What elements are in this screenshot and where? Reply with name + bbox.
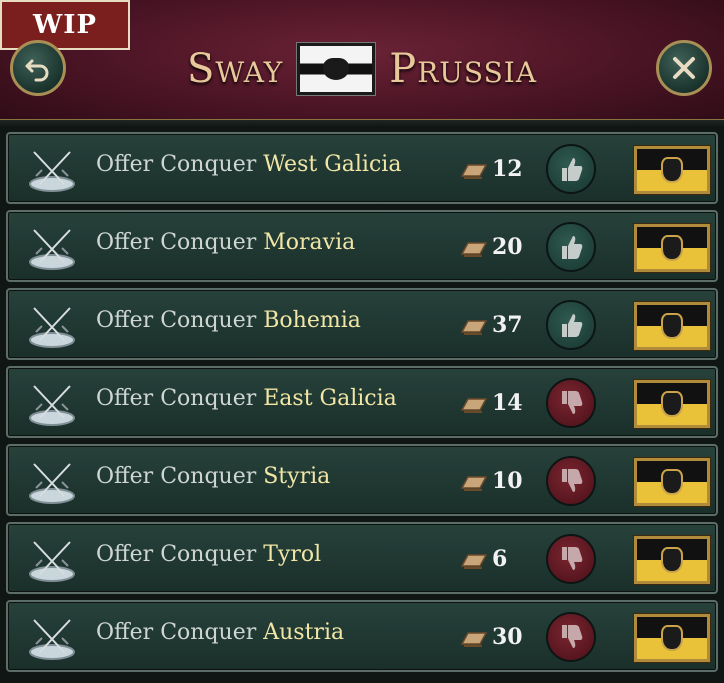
thumbs-down-icon xyxy=(562,391,583,414)
offer-action: Offer Conquer xyxy=(96,308,257,333)
offer-row[interactable]: Offer Conquer West Galicia 12 xyxy=(6,132,718,204)
influence-scroll-icon xyxy=(460,632,488,647)
offer-province: Austria xyxy=(263,620,345,645)
panel-title: Sway Prussia xyxy=(0,34,724,104)
crossed-swords-icon xyxy=(29,307,75,348)
offer-list: Offer Conquer West Galicia 12 Offer Conque… xyxy=(0,128,724,683)
offer-action: Offer Conquer xyxy=(96,230,257,255)
offer-cost: 30 xyxy=(492,624,523,650)
offer-row[interactable]: Offer Conquer Tyrol 6 xyxy=(6,522,718,594)
thumbs-down-icon xyxy=(562,625,583,648)
offer-row[interactable]: Offer Conquer East Galicia 14 xyxy=(6,366,718,438)
reject-button[interactable] xyxy=(546,456,596,506)
prussia-flag-icon xyxy=(296,42,377,96)
thumbs-up-icon xyxy=(562,236,583,259)
crossed-swords-icon xyxy=(29,229,75,270)
offer-cost: 14 xyxy=(492,390,523,416)
offer-action: Offer Conquer xyxy=(96,464,257,489)
offer-province: West Galicia xyxy=(263,152,402,177)
crossed-swords-icon xyxy=(29,385,75,426)
austria-flag-icon xyxy=(633,457,711,507)
title-sway: Sway xyxy=(186,46,284,92)
offer-label: Offer Conquer East Galicia xyxy=(96,386,397,411)
reject-button[interactable] xyxy=(546,534,596,584)
double-eagle-crest xyxy=(661,391,683,417)
austria-flag-icon xyxy=(633,223,711,273)
offer-province: Styria xyxy=(263,464,331,489)
approve-button[interactable] xyxy=(546,300,596,350)
austria-flag-icon xyxy=(633,535,711,585)
offer-label: Offer Conquer Tyrol xyxy=(96,542,321,567)
austria-flag-icon xyxy=(633,301,711,351)
double-eagle-crest xyxy=(661,469,683,495)
offer-label: Offer Conquer Styria xyxy=(96,464,330,489)
offer-row[interactable]: Offer Conquer Styria 10 xyxy=(6,444,718,516)
offer-cost: 20 xyxy=(492,234,523,260)
offer-row[interactable]: Offer Conquer Bohemia 37 xyxy=(6,288,718,360)
crossed-swords-icon xyxy=(29,151,75,192)
offer-cost: 37 xyxy=(492,312,523,338)
header-rim xyxy=(0,119,724,128)
offer-label: Offer Conquer Bohemia xyxy=(96,308,361,333)
approve-button[interactable] xyxy=(546,144,596,194)
double-eagle-crest xyxy=(661,313,683,339)
influence-scroll-icon xyxy=(460,320,488,335)
crossed-swords-icon xyxy=(29,463,75,504)
austria-flag-icon xyxy=(633,145,711,195)
double-eagle-crest xyxy=(661,547,683,573)
offer-row[interactable]: Offer Conquer Moravia 20 xyxy=(6,210,718,282)
thumbs-down-icon xyxy=(562,469,583,492)
influence-scroll-icon xyxy=(460,476,488,491)
offer-cost: 6 xyxy=(492,546,508,572)
offer-action: Offer Conquer xyxy=(96,620,257,645)
influence-scroll-icon xyxy=(460,164,488,179)
eagle-emblem xyxy=(323,58,350,80)
reject-button[interactable] xyxy=(546,612,596,662)
offer-province: East Galicia xyxy=(263,386,397,411)
influence-scroll-icon xyxy=(460,242,488,257)
thumbs-up-icon xyxy=(562,314,583,337)
double-eagle-crest xyxy=(661,157,683,183)
offer-label: Offer Conquer Moravia xyxy=(96,230,355,255)
offer-action: Offer Conquer xyxy=(96,542,257,567)
offer-action: Offer Conquer xyxy=(96,386,257,411)
offer-province: Tyrol xyxy=(263,542,322,567)
offer-cost: 12 xyxy=(492,156,523,182)
double-eagle-crest xyxy=(661,235,683,261)
double-eagle-crest xyxy=(661,625,683,651)
offer-row[interactable]: Offer Conquer Austria 30 xyxy=(6,600,718,672)
offer-cost: 10 xyxy=(492,468,523,494)
offer-action: Offer Conquer xyxy=(96,152,257,177)
approve-button[interactable] xyxy=(546,222,596,272)
offer-province: Moravia xyxy=(263,230,356,255)
influence-scroll-icon xyxy=(460,554,488,569)
austria-flag-icon xyxy=(633,379,711,429)
crossed-swords-icon xyxy=(29,619,75,660)
offer-label: Offer Conquer West Galicia xyxy=(96,152,401,177)
crossed-swords-icon xyxy=(29,541,75,582)
reject-button[interactable] xyxy=(546,378,596,428)
thumbs-down-icon xyxy=(562,547,583,570)
offer-province: Bohemia xyxy=(263,308,361,333)
austria-flag-icon xyxy=(633,613,711,663)
thumbs-up-icon xyxy=(562,158,583,181)
offer-label: Offer Conquer Austria xyxy=(96,620,344,645)
title-country: Prussia xyxy=(389,46,538,92)
influence-scroll-icon xyxy=(460,398,488,413)
